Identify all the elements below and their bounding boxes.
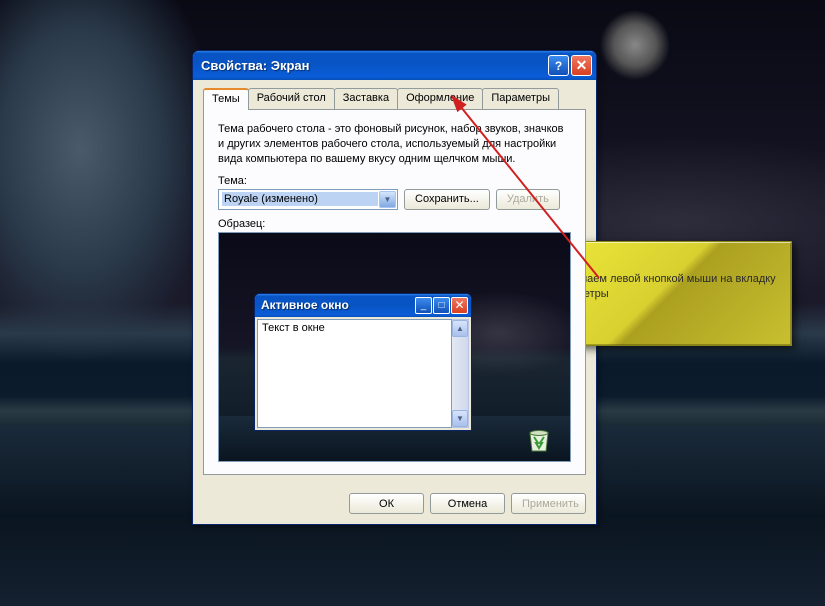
- recycle-bin-icon: [524, 425, 554, 453]
- minimize-icon: _: [415, 297, 432, 314]
- preview-sample-window: Активное окно _ □ ✕ Текст в окне ▲ ▼: [254, 293, 472, 431]
- delete-theme-button: Удалить: [496, 189, 560, 210]
- theme-label: Тема:: [218, 175, 571, 187]
- sample-scrollbar: ▲ ▼: [452, 319, 469, 428]
- close-button[interactable]: ✕: [571, 55, 592, 76]
- sample-window-text: Текст в окне: [257, 319, 452, 428]
- tab-panel-themes: Тема рабочего стола - это фоновый рисуно…: [203, 109, 586, 475]
- sample-window-title: Активное окно: [261, 298, 414, 312]
- dialog-button-row: ОК Отмена Применить: [193, 485, 596, 524]
- chevron-down-icon: ▼: [379, 191, 396, 208]
- display-properties-dialog: Свойства: Экран ? ✕ Темы Рабочий стол За…: [192, 50, 597, 525]
- scroll-up-icon: ▲: [452, 320, 468, 337]
- tab-screensaver[interactable]: Заставка: [334, 88, 398, 109]
- tab-themes[interactable]: Темы: [203, 88, 249, 110]
- cancel-button[interactable]: Отмена: [430, 493, 505, 514]
- tab-strip: Темы Рабочий стол Заставка Оформление Па…: [203, 88, 586, 109]
- theme-combobox[interactable]: Royale (изменено) ▼: [218, 189, 398, 210]
- apply-button: Применить: [511, 493, 586, 514]
- theme-preview: Активное окно _ □ ✕ Текст в окне ▲ ▼: [218, 232, 571, 462]
- theme-description: Тема рабочего стола - это фоновый рисуно…: [218, 122, 571, 167]
- theme-selected-value: Royale (изменено): [222, 192, 378, 206]
- help-button[interactable]: ?: [548, 55, 569, 76]
- ok-button[interactable]: ОК: [349, 493, 424, 514]
- scroll-down-icon: ▼: [452, 410, 468, 427]
- tab-desktop[interactable]: Рабочий стол: [248, 88, 335, 109]
- save-theme-button[interactable]: Сохранить...: [404, 189, 490, 210]
- tab-appearance[interactable]: Оформление: [397, 88, 483, 109]
- maximize-icon: □: [433, 297, 450, 314]
- dialog-body: Темы Рабочий стол Заставка Оформление Па…: [193, 80, 596, 485]
- tab-settings[interactable]: Параметры: [482, 88, 559, 109]
- dialog-titlebar[interactable]: Свойства: Экран ? ✕: [193, 51, 596, 80]
- sample-window-titlebar: Активное окно _ □ ✕: [255, 294, 471, 317]
- close-icon: ✕: [451, 297, 468, 314]
- sample-label: Образец:: [218, 218, 571, 230]
- dialog-title: Свойства: Экран: [201, 58, 546, 73]
